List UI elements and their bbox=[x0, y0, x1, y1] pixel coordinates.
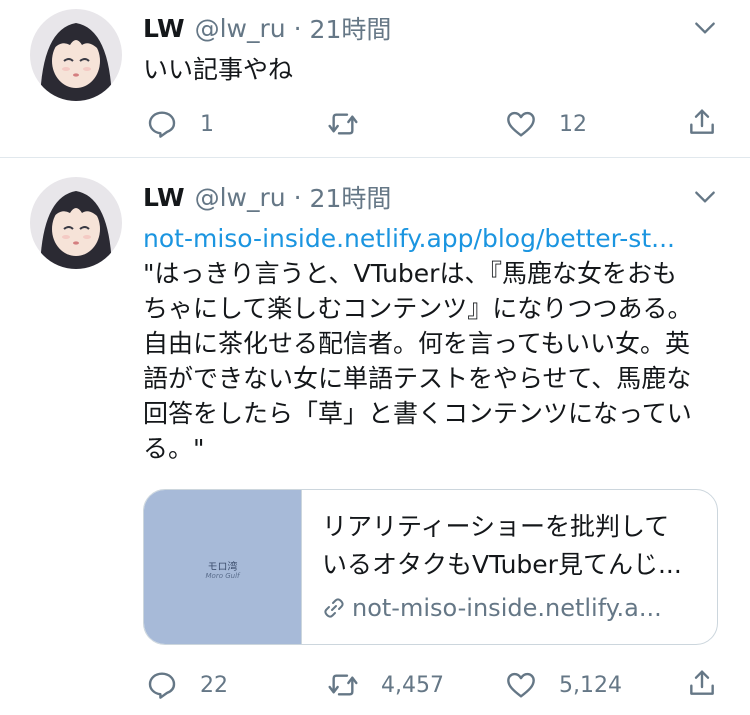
reply-icon bbox=[148, 111, 176, 138]
retweet-icon bbox=[328, 674, 358, 696]
user-handle[interactable]: @lw_ru bbox=[195, 14, 286, 43]
like-button[interactable]: 12 bbox=[505, 106, 587, 142]
text-line: 回答をしたら「草」と書くコンテンツになってい bbox=[143, 399, 692, 428]
share-button[interactable] bbox=[686, 104, 718, 140]
separator: · bbox=[293, 182, 302, 212]
card-title: リアリティーショーを批判して いるオタクもVTuber見てんじ... bbox=[322, 508, 702, 584]
thumbnail-title: モロ湾 bbox=[207, 562, 238, 573]
share-icon bbox=[690, 109, 714, 134]
reply-icon bbox=[148, 672, 176, 699]
tweet-text: "はっきり言うと、VTuberは、『馬鹿な女をおも ちゃにして楽しむコンテンツ』… bbox=[143, 256, 728, 466]
text-line: 語ができない女に単語テストをやらせて、馬鹿な bbox=[143, 364, 692, 393]
share-icon bbox=[690, 670, 714, 695]
text-line: 自由に茶化せる配信者。何を言ってもいい女。英 bbox=[143, 329, 691, 358]
reply-count: 1 bbox=[200, 111, 214, 137]
avatar[interactable] bbox=[30, 177, 122, 269]
reply-count: 22 bbox=[200, 672, 228, 698]
like-button[interactable]: 5,124 bbox=[505, 667, 622, 703]
user-handle[interactable]: @lw_ru bbox=[195, 183, 286, 212]
card-title-line: いるオタクもVTuber見てんじ... bbox=[322, 550, 682, 579]
tweet-1[interactable]: LW @lw_ru · 21時間 いい記事やね 1 12 bbox=[0, 0, 750, 157]
tweet-header: LW @lw_ru · 21時間 bbox=[143, 8, 391, 48]
heart-icon bbox=[507, 111, 535, 137]
timestamp[interactable]: 21時間 bbox=[310, 10, 392, 46]
retweet-button[interactable]: 4,457 bbox=[327, 667, 444, 703]
text-line: "はっきり言うと、VTuberは、『馬鹿な女をおも bbox=[143, 259, 677, 288]
thumbnail-subtitle: Moro Gulf bbox=[205, 572, 240, 580]
tweet-link[interactable]: not-miso-inside.netlify.app/blog/better-… bbox=[143, 221, 728, 256]
like-count: 5,124 bbox=[559, 672, 622, 698]
like-count: 12 bbox=[559, 111, 587, 137]
tweet-text: いい記事やね bbox=[143, 55, 294, 84]
link-icon bbox=[324, 598, 344, 618]
card-url-text: not-miso-inside.netlify.a... bbox=[352, 594, 662, 622]
display-name[interactable]: LW bbox=[143, 183, 185, 212]
timestamp[interactable]: 21時間 bbox=[310, 179, 392, 215]
reply-button[interactable]: 22 bbox=[146, 667, 228, 703]
display-name[interactable]: LW bbox=[143, 14, 185, 43]
card-body: リアリティーショーを批判して いるオタクもVTuber見てんじ... not-m… bbox=[322, 508, 702, 622]
card-title-line: リアリティーショーを批判して bbox=[322, 512, 670, 541]
avatar[interactable] bbox=[30, 9, 122, 101]
link-preview-card[interactable]: モロ湾 Moro Gulf リアリティーショーを批判して いるオタクもVTube… bbox=[143, 489, 718, 645]
heart-icon bbox=[507, 672, 535, 698]
text-line: る。" bbox=[143, 434, 205, 463]
tweet-header: LW @lw_ru · 21時間 bbox=[143, 177, 391, 217]
reply-button[interactable]: 1 bbox=[146, 106, 214, 142]
card-thumbnail: モロ湾 Moro Gulf bbox=[144, 490, 302, 644]
chevron-down-icon[interactable] bbox=[692, 184, 718, 210]
retweet-button[interactable] bbox=[327, 106, 381, 142]
retweet-count: 4,457 bbox=[381, 672, 444, 698]
text-line: ちゃにして楽しむコンテンツ』になりつつある。 bbox=[143, 294, 693, 323]
card-url: not-miso-inside.netlify.a... bbox=[322, 594, 702, 622]
retweet-icon bbox=[328, 113, 358, 135]
separator: · bbox=[293, 13, 302, 43]
share-button[interactable] bbox=[686, 665, 718, 701]
chevron-down-icon[interactable] bbox=[692, 15, 718, 41]
